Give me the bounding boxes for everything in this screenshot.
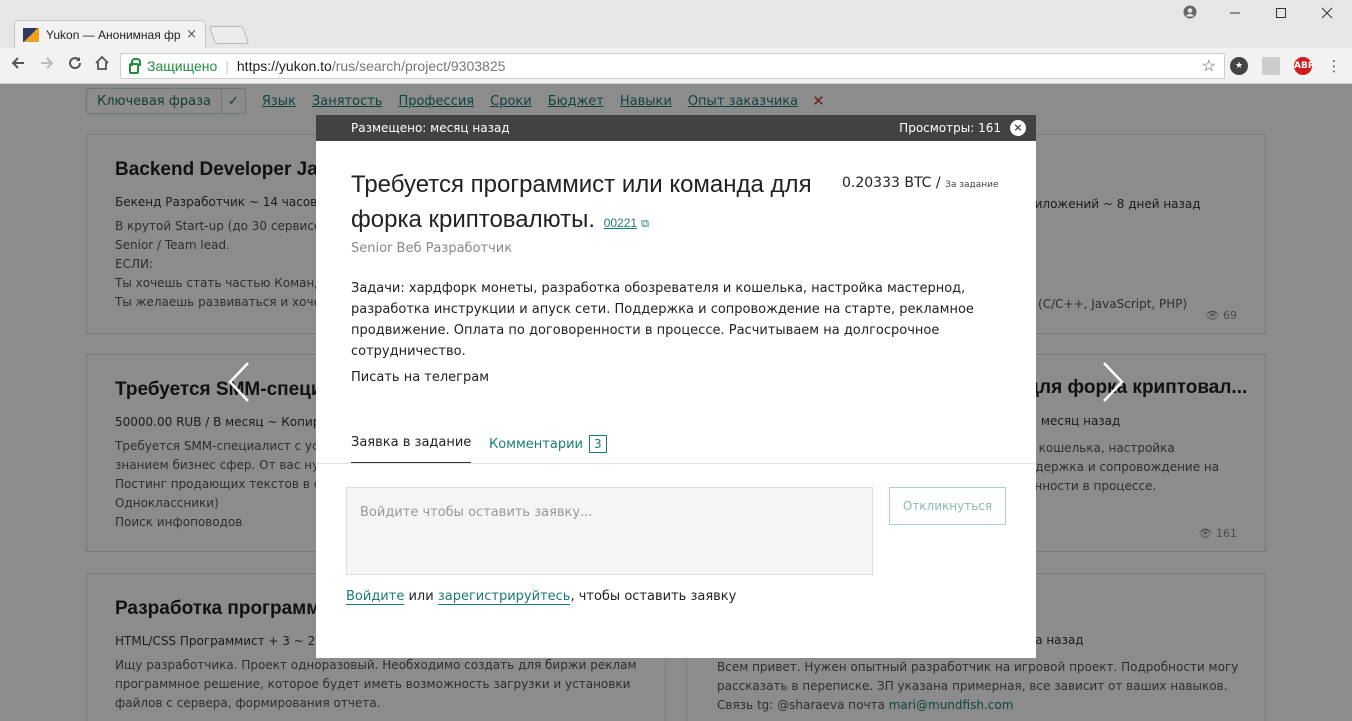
modal-header: Размещено: месяц назад Просмотры: 161 × [316,115,1036,141]
back-button[interactable] [7,55,29,77]
close-icon[interactable]: × [1010,120,1026,136]
reload-button[interactable] [64,55,86,77]
modal-tabs: Заявка в задание Комментарии 3 [316,432,1036,464]
respond-button[interactable]: Откликнуться [889,487,1006,525]
url-path: /rus/search/project/9303825 [331,58,506,74]
browser-tab[interactable]: Yukon — Анонимная фр × [14,20,206,48]
project-description: Задачи: хардфорк монеты, разработка обоз… [351,281,974,359]
price-separator: / [931,175,946,191]
tab-comments[interactable]: Комментарии 3 [489,435,607,453]
profile-icon[interactable] [1175,4,1205,26]
forward-button[interactable] [36,55,58,77]
project-title: Требуется программист или команда для фо… [351,171,812,233]
tab-close-icon[interactable]: × [186,27,197,42]
tab-apply[interactable]: Заявка в задание [351,435,472,463]
close-window-button[interactable] [1312,4,1342,26]
or-text: или [404,589,438,604]
project-id-link[interactable]: 00221 [604,216,637,230]
browser-chrome: Yukon — Анонимная фр × Защищено | https:… [0,0,1352,84]
comments-count-badge: 3 [588,435,607,453]
telegram-note: Писать на телеграм [351,370,490,385]
url-host: https://yukon.to [236,58,332,74]
url-separator: | [225,58,229,74]
maximize-button[interactable] [1266,4,1296,26]
project-price: 0.20333 BTC / За задание [842,175,999,191]
address-bar[interactable]: Защищено | https://yukon.to/rus/search/p… [120,53,1225,79]
tab-comments-label: Комментарии [489,437,583,452]
adblock-icon[interactable]: ABP [1294,57,1314,75]
copy-icon[interactable]: ⧉ [641,218,649,230]
project-modal: Размещено: месяц назад Просмотры: 161 × … [316,115,1036,658]
pdf-extension-icon[interactable] [1262,57,1280,75]
bookmark-star-icon[interactable]: ☆ [1202,56,1216,76]
project-role: Senior Веб Разработчик [351,241,513,256]
register-link[interactable]: зарегистрируйтесь [437,589,571,605]
login-prompt: Войдите или зарегистрируйтесь, чтобы ост… [346,589,737,605]
yukon-favicon-icon [23,27,39,42]
reply-textarea[interactable]: Войдите чтобы оставить заявку... [346,487,873,575]
tab-title: Yukon — Анонимная фр [46,27,181,42]
price-unit: За задание [945,180,999,190]
posted-date: Размещено: месяц назад [351,121,510,135]
login-suffix: , чтобы оставить заявку [570,589,737,604]
price-value: 0.20333 BTC [842,175,932,191]
next-project-arrow[interactable] [1100,360,1126,415]
views-count: Просмотры: 161 [899,121,1001,135]
menu-kebab-icon[interactable]: ⋮ [1323,55,1345,77]
tab-strip: Yukon — Анонимная фр × [0,0,1352,48]
extension-shield-icon[interactable]: ★ [1230,57,1248,75]
previous-project-arrow[interactable] [226,360,252,415]
login-link[interactable]: Войдите [346,589,405,605]
home-button[interactable] [91,55,113,77]
minimize-button[interactable] [1220,4,1250,26]
secure-label: Защищено [147,58,218,74]
new-tab-button[interactable] [208,26,250,44]
lock-icon [129,57,141,74]
browser-toolbar: Защищено | https://yukon.to/rus/search/p… [0,48,1352,84]
